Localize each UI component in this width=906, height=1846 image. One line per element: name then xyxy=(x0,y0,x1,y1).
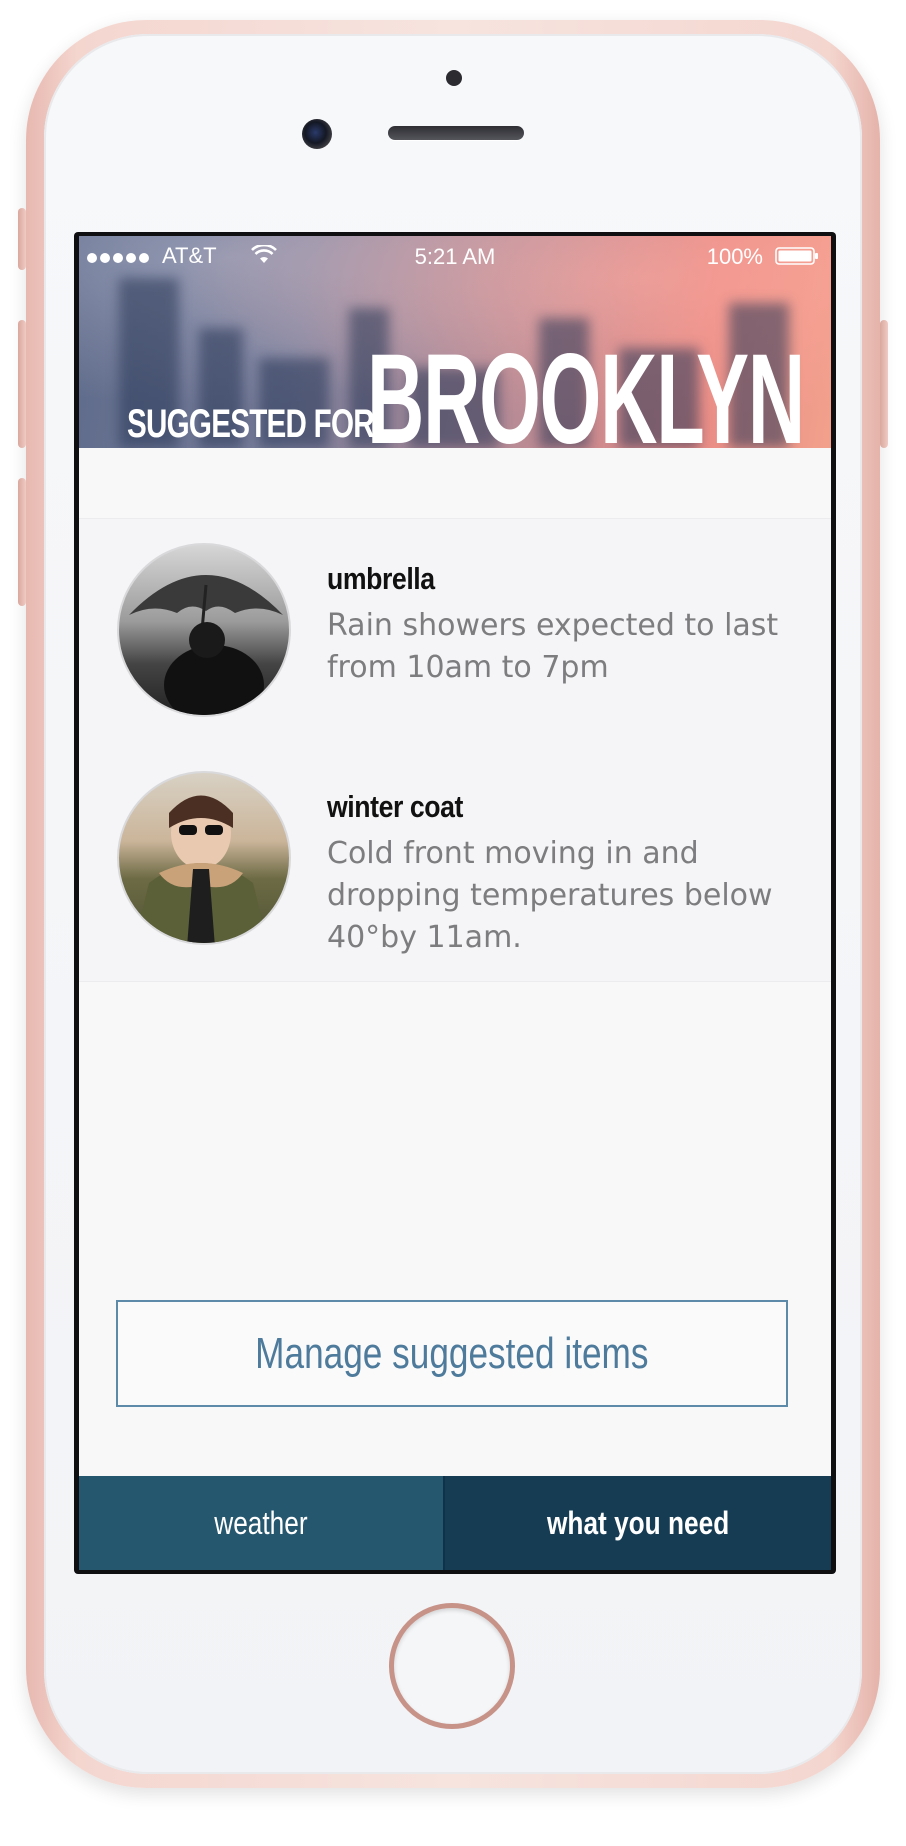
manage-suggested-items-button[interactable]: Manage suggested items xyxy=(116,1300,788,1407)
winter-coat-icon xyxy=(134,795,268,943)
home-button[interactable] xyxy=(389,1603,515,1729)
earpiece-speaker xyxy=(388,126,524,140)
battery-icon xyxy=(775,247,818,265)
winter-coat-photo xyxy=(117,771,291,945)
app-display: AT&T 5:21 AM 100% SUGGESTED FOR BROOKLYN xyxy=(79,236,831,1570)
item-title: winter coat xyxy=(327,789,464,824)
tab-what-you-need[interactable]: what you need xyxy=(445,1476,831,1570)
city-header: AT&T 5:21 AM 100% SUGGESTED FOR BROOKLYN xyxy=(79,236,831,448)
tab-label: what you need xyxy=(546,1504,730,1541)
city-name: BROOKLYN xyxy=(367,328,805,449)
volume-down-button xyxy=(18,478,26,606)
umbrella-photo xyxy=(117,543,291,717)
tab-weather[interactable]: weather xyxy=(79,1476,445,1570)
power-button xyxy=(880,320,888,448)
screen: AT&T 5:21 AM 100% SUGGESTED FOR BROOKLYN xyxy=(74,232,836,1574)
tab-label: weather xyxy=(214,1504,308,1541)
mute-switch xyxy=(18,208,26,270)
volume-up-button xyxy=(18,320,26,448)
tab-bar: weather what you need xyxy=(79,1476,831,1570)
item-description: Rain showers expected to last from 10am … xyxy=(327,608,779,685)
item-description: Cold front moving in and dropping temper… xyxy=(327,836,773,955)
list-item[interactable]: winter coat Cold front moving in and dro… xyxy=(79,749,831,981)
manage-button-label: Manage suggested items xyxy=(255,1328,649,1378)
battery-percentage: 100% xyxy=(706,244,763,269)
header-prefix: SUGGESTED FOR xyxy=(127,402,375,446)
status-bar: AT&T 5:21 AM 100% xyxy=(79,236,831,276)
umbrella-icon xyxy=(129,575,283,715)
suggestion-list: umbrella Rain showers expected to last f… xyxy=(79,519,831,982)
list-item[interactable]: umbrella Rain showers expected to last f… xyxy=(79,519,831,749)
front-camera xyxy=(302,119,332,149)
header-spacer xyxy=(79,448,831,519)
proximity-sensor xyxy=(446,70,462,86)
item-title: umbrella xyxy=(327,561,435,596)
